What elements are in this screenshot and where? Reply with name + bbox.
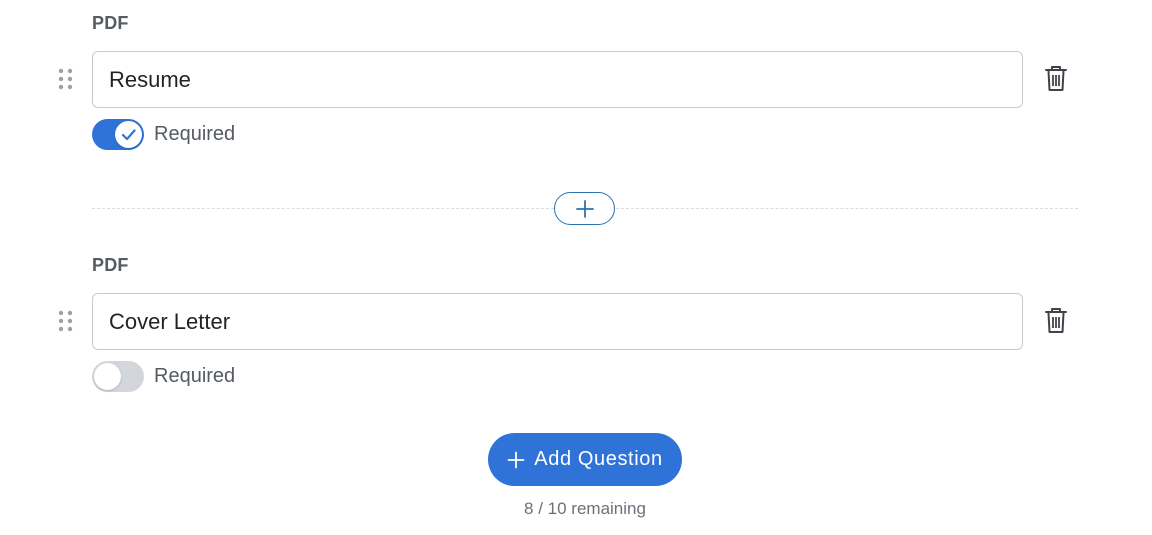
trash-icon	[1045, 66, 1067, 91]
delete-question-button[interactable]	[1043, 307, 1069, 335]
toggle-knob	[115, 120, 142, 148]
required-label: Required	[154, 364, 236, 387]
question-title-input[interactable]	[92, 51, 1023, 108]
question-type-label: PDF	[92, 255, 129, 275]
add-question-button[interactable]: Add Question	[488, 433, 682, 486]
toggle-knob	[94, 362, 121, 390]
required-label: Required	[154, 122, 236, 145]
required-toggle[interactable]	[92, 118, 144, 150]
question-title-input[interactable]	[92, 293, 1023, 350]
question-type-label: PDF	[92, 13, 129, 33]
required-toggle-row: Required	[92, 360, 235, 392]
required-toggle[interactable]	[92, 360, 144, 392]
check-icon	[121, 128, 136, 140]
drag-handle-icon[interactable]	[58, 67, 74, 91]
trash-icon	[1045, 308, 1067, 333]
delete-question-button[interactable]	[1043, 65, 1069, 93]
insert-question-button[interactable]	[554, 192, 615, 225]
required-toggle-row: Required	[92, 118, 235, 150]
add-question-label: Add Question	[534, 448, 663, 470]
drag-handle-icon[interactable]	[58, 309, 74, 333]
application-questions-editor: PDF Required	[0, 0, 1152, 535]
plus-icon	[507, 451, 525, 469]
plus-icon	[575, 199, 594, 218]
remaining-count: 8 / 10 remaining	[524, 499, 646, 518]
